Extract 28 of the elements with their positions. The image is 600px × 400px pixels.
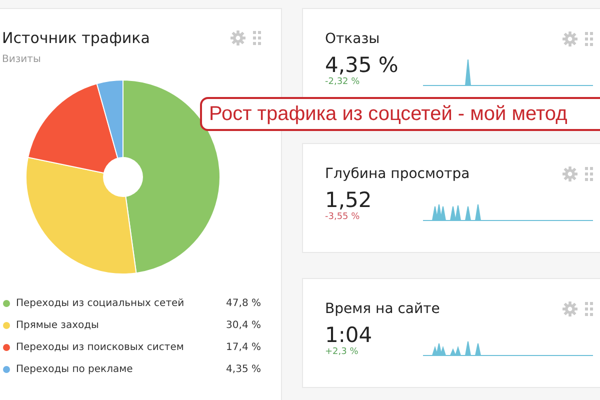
drag-handle-icon[interactable] [585,302,593,316]
card-subtitle: Визиты [2,54,42,65]
metric-change: -2,32 % [325,77,361,87]
settings-icon[interactable] [562,31,578,47]
settings-icon[interactable] [562,166,578,182]
legend-label: Переходы по рекламе [16,364,134,374]
card-title: Глубина просмотра [325,166,470,182]
metric-value: 4,35 % [325,53,400,77]
legend-label: Переходы из поисковых систем [16,342,185,352]
metric-value: 1:04 [325,323,374,347]
card-title: Время на сайте [325,301,440,317]
legend-value: 4,35 % [225,364,261,374]
drag-handle-icon[interactable] [585,32,593,46]
legend-value: 30,4 % [225,320,261,330]
drag-handle-icon[interactable] [253,31,261,45]
banner-callout: Рост трафика из соцсетей - мой метод [200,97,600,131]
metric-change: -3,55 % [325,212,361,222]
metric-change: +2,3 % [325,347,360,357]
card-title: Отказы [325,31,380,47]
legend-value: 47,8 % [225,298,261,308]
legend-value: 17,4 % [225,342,261,352]
card-title: Источник трафика [2,29,150,47]
drag-handle-icon[interactable] [585,167,593,181]
settings-icon[interactable] [230,30,246,46]
settings-icon[interactable] [562,301,578,317]
metric-value: 1,52 [325,188,373,212]
legend-label: Переходы из социальных сетей [16,298,186,308]
legend-label: Прямые заходы [16,320,100,330]
